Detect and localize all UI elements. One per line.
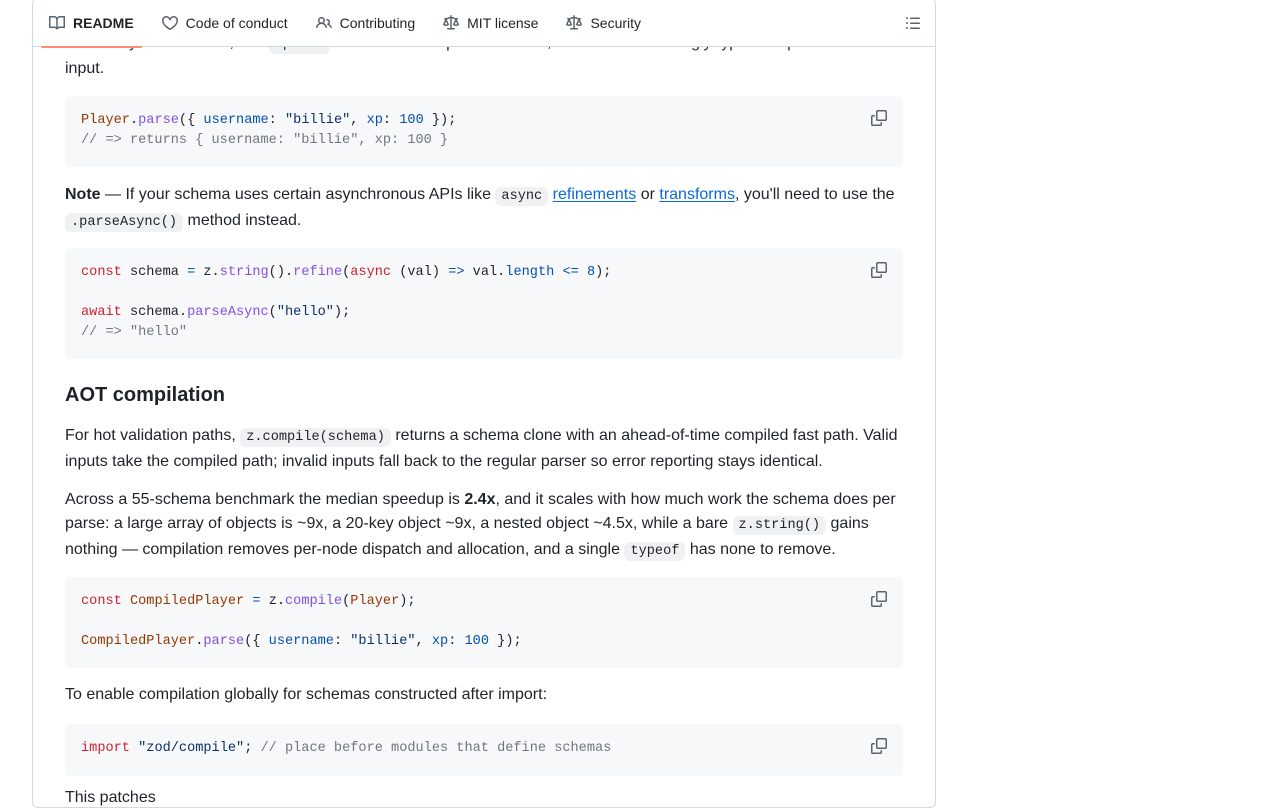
code-block-parse: Player.parse({ username: "billie", xp: 1…: [65, 96, 903, 167]
note-paragraph: Note — If your schema uses certain async…: [65, 186, 895, 232]
code-block-async: const schema = z.string().refine(async (…: [65, 248, 903, 359]
tab-security[interactable]: Security: [558, 0, 649, 47]
tab-label: Contributing: [339, 14, 416, 31]
heart-icon: [161, 15, 178, 31]
code-line: await schema.parseAsync("hello");: [81, 305, 351, 320]
outline-button[interactable]: [903, 13, 923, 33]
tab-readme[interactable]: README: [41, 0, 142, 48]
copy-icon: [871, 262, 887, 278]
code-comment: // => "hello": [81, 325, 188, 340]
law-icon: [566, 14, 583, 31]
trailing-paragraph: This patches: [65, 789, 156, 806]
code-line: const schema = z.string().refine(async (…: [81, 265, 612, 280]
tab-mit-license[interactable]: MIT license: [435, 0, 546, 47]
tab-label: MIT license: [467, 14, 539, 31]
list-unordered-icon: [906, 17, 920, 29]
code-line: Player.parse({ username: "billie", xp: 1…: [81, 113, 457, 128]
inline-code-compile: z.compile(schema): [240, 428, 391, 447]
copy-icon: [871, 110, 887, 126]
readme-tab-bar: README Code of conduct Contributing MIT …: [33, 0, 935, 48]
code-block-compile: const CompiledPlayer = z.compile(Player)…: [65, 577, 903, 668]
section-heading-aot: AOT compilation: [65, 384, 225, 406]
people-icon: [315, 15, 332, 31]
tab-label: Code of conduct: [185, 14, 288, 31]
link-transforms[interactable]: transforms: [659, 186, 735, 203]
tab-code-of-conduct[interactable]: Code of conduct: [154, 0, 296, 47]
aot-paragraph-1: For hot validation paths, z.compile(sche…: [65, 427, 898, 470]
link-refinements[interactable]: refinements: [553, 186, 637, 203]
code-line: const CompiledPlayer = z.compile(Player)…: [81, 594, 416, 609]
tab-label: Security: [590, 14, 642, 31]
inline-code-zstring: z.string(): [732, 516, 827, 535]
copy-icon: [871, 738, 887, 754]
law-icon: [443, 14, 460, 31]
inline-code-parse-async: .parseAsync(): [65, 213, 184, 232]
tab-contributing[interactable]: Contributing: [308, 0, 424, 47]
copy-button[interactable]: [863, 732, 895, 760]
aot-paragraph-2: Across a 55-schema benchmark the median …: [65, 491, 896, 561]
copy-button[interactable]: [863, 256, 895, 284]
global-compile-paragraph: To enable compilation globally for schem…: [65, 686, 548, 703]
code-block-import: import "zod/compile"; // place before mo…: [65, 724, 903, 776]
code-line: import "zod/compile"; // place before mo…: [81, 741, 612, 756]
tab-label: README: [73, 14, 134, 31]
code-comment: // => returns { username: "billie", xp: …: [81, 133, 449, 148]
inline-code-typeof: typeof: [624, 542, 686, 561]
book-icon: [49, 15, 65, 31]
readme-container: Given any Zod schema, use .parse to vali…: [32, 0, 936, 808]
inline-code-async: async: [495, 187, 549, 206]
code-line: CompiledPlayer.parse({ username: "billie…: [81, 634, 522, 649]
copy-icon: [871, 591, 887, 607]
copy-button[interactable]: [863, 585, 895, 613]
copy-button[interactable]: [863, 104, 895, 132]
